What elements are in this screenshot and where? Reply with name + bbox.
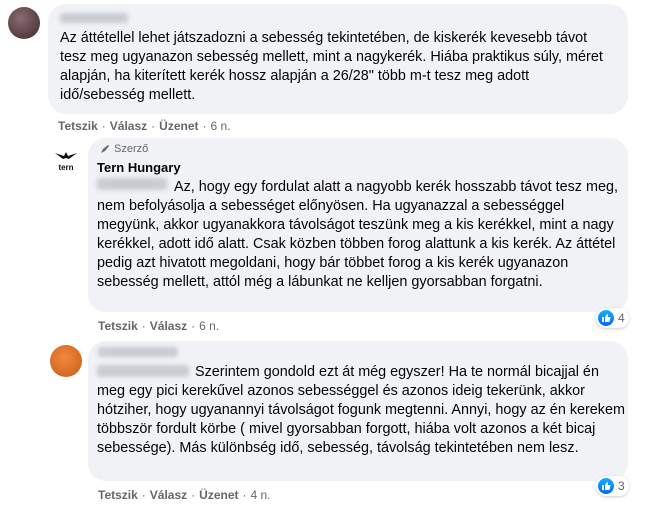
reply-link[interactable]: Válasz bbox=[150, 488, 187, 502]
reaction-count[interactable]: 3 bbox=[596, 476, 629, 496]
comment-text: Az áttétellel lehet játszadozni a sebess… bbox=[60, 30, 603, 103]
like-link[interactable]: Tetszik bbox=[58, 119, 98, 133]
thumbs-up-icon bbox=[598, 478, 614, 494]
author-tag: Szerző bbox=[100, 143, 148, 155]
reaction-count-label: 4 bbox=[618, 311, 625, 325]
tern-logo-icon: tern bbox=[55, 152, 77, 172]
author-tag-label: Szerző bbox=[114, 143, 149, 155]
comment-actions: Tetszik · Válasz · 6 n. bbox=[98, 319, 220, 333]
message-link[interactable]: Üzenet bbox=[159, 119, 198, 133]
reaction-count-label: 3 bbox=[618, 479, 625, 493]
reply-link[interactable]: Válasz bbox=[150, 319, 187, 333]
like-link[interactable]: Tetszik bbox=[98, 319, 138, 333]
quill-icon bbox=[101, 145, 109, 153]
avatar[interactable] bbox=[50, 345, 82, 377]
author-name-redacted[interactable] bbox=[98, 347, 178, 357]
reply-link[interactable]: Válasz bbox=[110, 119, 147, 133]
comment-text-content: Szerintem gondold ezt át még egyszer! Ha… bbox=[97, 364, 625, 456]
comment-bubble: Szerintem gondold ezt át még egyszer! Ha… bbox=[88, 341, 628, 481]
comment-text: Az, hogy egy fordulat alatt a nagyobb ke… bbox=[97, 178, 621, 292]
timestamp[interactable]: 6 n. bbox=[199, 319, 219, 333]
svg-text:tern: tern bbox=[58, 163, 73, 172]
comment-actions: Tetszik · Válasz · Üzenet · 6 n. bbox=[58, 119, 231, 133]
comment-text: Szerintem gondold ezt át még egyszer! Ha… bbox=[97, 363, 625, 458]
thumbs-up-icon bbox=[598, 310, 614, 326]
avatar[interactable] bbox=[8, 7, 40, 39]
avatar[interactable]: tern bbox=[50, 143, 82, 175]
message-link[interactable]: Üzenet bbox=[199, 488, 238, 502]
comment-text-content: Az, hogy egy fordulat alatt a nagyobb ke… bbox=[97, 179, 618, 290]
comment-bubble: Az áttétellel lehet játszadozni a sebess… bbox=[48, 4, 628, 114]
like-link[interactable]: Tetszik bbox=[98, 488, 138, 502]
comment-actions: Tetszik · Válasz · Üzenet · 4 n. bbox=[98, 488, 271, 502]
reaction-count[interactable]: 4 bbox=[596, 308, 629, 328]
author-name[interactable]: Tern Hungary bbox=[97, 160, 181, 175]
timestamp[interactable]: 6 n. bbox=[211, 119, 231, 133]
comment-bubble: Szerző Tern Hungary Az, hogy egy fordula… bbox=[88, 138, 628, 312]
author-name-redacted[interactable] bbox=[60, 13, 128, 23]
timestamp[interactable]: 4 n. bbox=[251, 488, 271, 502]
